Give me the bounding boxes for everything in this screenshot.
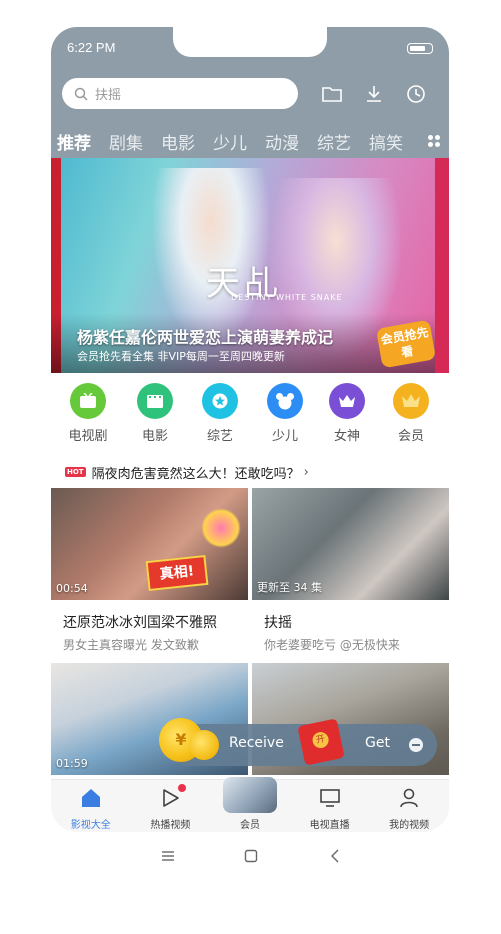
banner-logo-en: DESTINY WHITE SNAKE bbox=[231, 293, 343, 302]
notification-dot bbox=[178, 784, 187, 792]
receive-button[interactable]: Receive bbox=[229, 735, 284, 751]
folder-icon[interactable] bbox=[321, 83, 343, 105]
battery-icon bbox=[407, 43, 433, 54]
category-label: 综艺 bbox=[206, 429, 233, 444]
nav-member[interactable]: 会员 bbox=[210, 777, 290, 832]
nav-home[interactable]: 影视大全 bbox=[51, 780, 131, 832]
get-button[interactable]: Get bbox=[365, 735, 390, 751]
category-goddess[interactable]: 女神 bbox=[317, 383, 377, 444]
banner-title: 杨紫任嘉伦两世爱恋上演萌妻养成记 bbox=[77, 328, 334, 347]
home-square-icon[interactable] bbox=[243, 848, 259, 864]
category-label: 少儿 bbox=[271, 429, 298, 444]
nav-label: 会员 bbox=[239, 820, 260, 831]
tab-funny[interactable]: 搞笑 bbox=[369, 129, 403, 154]
back-icon[interactable] bbox=[327, 848, 343, 864]
category-variety[interactable]: 综艺 bbox=[190, 383, 250, 444]
profile-icon bbox=[400, 788, 418, 808]
hot-headline-text: 隔夜肉危害竟然这么大！还敢吃吗？ bbox=[91, 466, 300, 482]
video-duration: 00:54 bbox=[56, 582, 88, 595]
status-time: 6:22 PM bbox=[67, 40, 116, 55]
category-label: 女神 bbox=[333, 429, 360, 444]
hero-banner[interactable]: 天乩 DESTINY WHITE SNAKE 杨紫任嘉伦两世爱恋上演萌妻养成记 … bbox=[51, 158, 449, 373]
reward-bar: ¥ Receive Get bbox=[159, 718, 437, 766]
nav-label: 我的视频 bbox=[389, 820, 430, 831]
video-thumbnail: 更新至 34 集 bbox=[252, 488, 449, 600]
video-title: 扶摇 bbox=[264, 615, 292, 631]
video-card[interactable]: 更新至 34 集 扶摇 你老婆要吃亏 @无极快来 bbox=[252, 488, 449, 653]
tab-recommend[interactable]: 推荐 bbox=[57, 129, 91, 162]
member-avatar bbox=[222, 777, 277, 813]
tab-variety[interactable]: 综艺 bbox=[317, 129, 351, 154]
category-tv[interactable]: 电视剧 bbox=[58, 383, 118, 444]
search-icon bbox=[74, 87, 88, 101]
hot-headline[interactable]: HOT 隔夜肉危害竟然这么大！还敢吃吗？ › bbox=[65, 463, 309, 482]
tab-kids[interactable]: 少儿 bbox=[213, 129, 247, 154]
tab-anime[interactable]: 动漫 bbox=[265, 129, 299, 154]
nav-hot-videos[interactable]: 热播视频 bbox=[131, 780, 211, 832]
system-nav-bar bbox=[0, 840, 501, 874]
bottom-nav: 影视大全 热播视频 会员 电视直播 我的视频 bbox=[51, 777, 449, 832]
crown-icon bbox=[329, 383, 365, 419]
category-vip[interactable]: 会员 bbox=[381, 383, 441, 444]
category-tabs: 推荐 剧集 电影 少儿 动漫 综艺 搞笑 bbox=[51, 125, 449, 162]
search-placeholder: 扶摇 bbox=[95, 88, 122, 103]
stamp-label: 真相! bbox=[145, 554, 209, 592]
category-shortcuts: 电视剧 电影 综艺 少儿 女神 会员 bbox=[51, 383, 449, 455]
category-label: 电视剧 bbox=[68, 429, 108, 444]
hot-tag: HOT bbox=[65, 467, 86, 477]
tv-icon bbox=[70, 383, 106, 419]
search-bar[interactable]: 扶摇 bbox=[62, 78, 298, 109]
nav-label: 电视直播 bbox=[309, 820, 350, 831]
chevron-right-icon: › bbox=[303, 464, 309, 480]
video-title: 还原范冰冰刘国梁不雅照 bbox=[63, 615, 217, 631]
menu-lines-icon[interactable] bbox=[160, 848, 176, 864]
tv-live-icon bbox=[319, 789, 340, 807]
category-label: 会员 bbox=[397, 429, 424, 444]
category-movie[interactable]: 电影 bbox=[125, 383, 185, 444]
bear-icon bbox=[267, 383, 303, 419]
home-icon bbox=[81, 789, 100, 807]
vip-crown-icon bbox=[393, 383, 429, 419]
category-kids[interactable]: 少儿 bbox=[255, 383, 315, 444]
notch bbox=[173, 27, 327, 57]
video-subtitle: 你老婆要吃亏 @无极快来 bbox=[264, 638, 400, 652]
grid-menu-icon[interactable] bbox=[427, 134, 441, 148]
banner-subtitle: 会员抢先看全集 非VIP每周一至周四晚更新 bbox=[77, 350, 285, 363]
nav-label: 热播视频 bbox=[150, 820, 191, 831]
red-envelope-icon bbox=[297, 718, 345, 766]
app-screen: 6:22 PM 扶摇 推荐 剧集 电影 少儿 动漫 综艺 搞笑 天乩 DESTI… bbox=[51, 27, 449, 832]
download-icon[interactable] bbox=[363, 83, 385, 105]
star-icon bbox=[202, 383, 238, 419]
banner-next-peek bbox=[435, 158, 449, 373]
sticker-graphic bbox=[201, 508, 241, 548]
category-label: 电影 bbox=[141, 429, 168, 444]
episode-status: 更新至 34 集 bbox=[257, 581, 322, 594]
coin-icon bbox=[189, 730, 219, 760]
close-reward-icon[interactable] bbox=[409, 738, 423, 752]
video-subtitle: 男女主真容曝光 发文致歉 bbox=[63, 638, 199, 652]
history-icon[interactable] bbox=[405, 83, 427, 105]
nav-tv-live[interactable]: 电视直播 bbox=[290, 780, 370, 832]
film-icon bbox=[137, 383, 173, 419]
tab-series[interactable]: 剧集 bbox=[109, 129, 143, 154]
video-duration: 01:59 bbox=[56, 757, 88, 770]
nav-my-videos[interactable]: 我的视频 bbox=[369, 780, 449, 832]
tab-movies[interactable]: 电影 bbox=[161, 129, 195, 154]
nav-label: 影视大全 bbox=[70, 820, 111, 831]
video-thumbnail: 真相! 00:54 bbox=[51, 488, 248, 600]
video-card[interactable]: 真相! 00:54 还原范冰冰刘国梁不雅照 男女主真容曝光 发文致歉 bbox=[51, 488, 248, 653]
